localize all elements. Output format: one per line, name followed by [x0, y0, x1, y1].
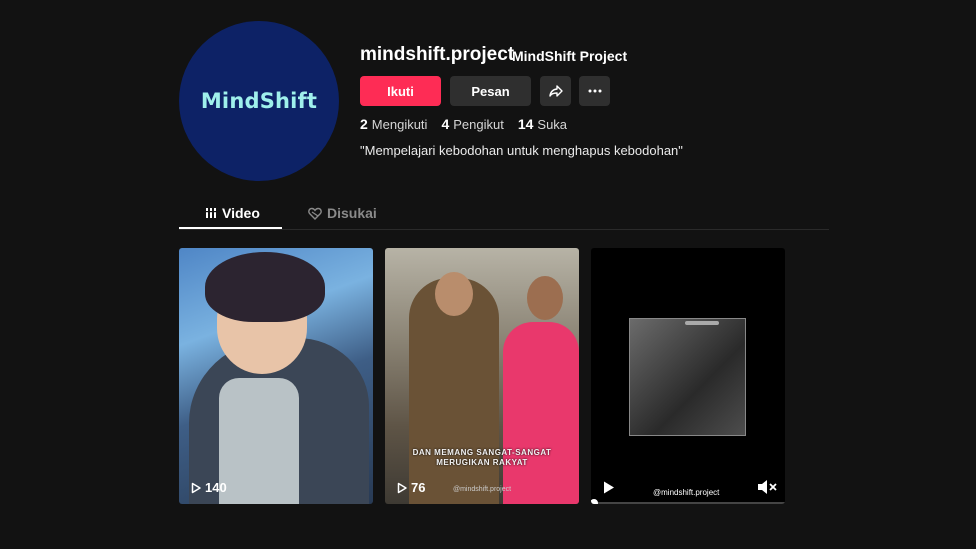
heart-icon	[308, 207, 322, 220]
video-caption: DAN MEMANG SANGAT-SANGAT MERUGIKAN RAKYA…	[385, 448, 579, 468]
follow-button[interactable]: Ikuti	[360, 76, 441, 106]
profile-stats: 2 Mengikuti 4 Pengikut 14 Suka	[360, 116, 567, 132]
nickname: MindShift Project	[512, 48, 628, 64]
stat-followers[interactable]: 4 Pengikut	[441, 116, 503, 132]
share-button[interactable]	[540, 76, 571, 106]
tab-label: Disukai	[327, 205, 377, 221]
thumbnail-shape	[435, 272, 473, 316]
video-watermark: @mindshift.project	[653, 488, 720, 497]
active-tab-indicator	[179, 227, 282, 229]
stat-count: 14	[517, 116, 534, 132]
more-icon	[588, 89, 601, 93]
play-outline-icon	[191, 482, 201, 493]
play-icon	[604, 481, 614, 494]
avatar-text: MindShift	[200, 89, 318, 113]
thumbnail-shape	[685, 321, 719, 325]
video-frame	[629, 318, 746, 436]
bio: "Mempelajari kebodohan untuk menghapus k…	[360, 143, 683, 158]
stat-likes: 14 Suka	[518, 116, 567, 132]
tab-liked[interactable]: Disukai	[308, 205, 377, 221]
caption-line: MERUGIKAN RAKYAT	[436, 458, 528, 467]
view-count-value: 140	[205, 480, 227, 495]
thumbnail-shape	[205, 252, 325, 322]
thumbnail-shape	[527, 276, 563, 320]
tabs-divider	[179, 229, 829, 230]
thumbnail-shape	[219, 378, 299, 504]
progress-knob[interactable]	[591, 499, 598, 504]
tab-label: Video	[222, 205, 260, 221]
video-card-playing[interactable]: @mindshift.project	[591, 248, 785, 504]
share-icon	[548, 85, 563, 97]
stat-count: 4	[441, 116, 450, 132]
message-button[interactable]: Pesan	[450, 76, 531, 106]
stat-label: Suka	[537, 117, 568, 132]
video-progress-bar[interactable]	[591, 502, 785, 504]
avatar[interactable]: MindShift	[179, 21, 339, 181]
view-count-value: 76	[411, 480, 426, 495]
play-outline-icon	[397, 482, 407, 493]
grid-icon	[205, 208, 217, 218]
video-card[interactable]: 140	[179, 248, 373, 504]
view-count: 76	[396, 480, 425, 495]
video-card[interactable]: DAN MEMANG SANGAT-SANGAT MERUGIKAN RAKYA…	[385, 248, 579, 504]
muted-speaker-icon	[758, 480, 777, 494]
view-count: 140	[190, 480, 227, 495]
tab-video[interactable]: Video	[205, 205, 260, 221]
caption-line: DAN MEMANG SANGAT-SANGAT	[412, 448, 552, 457]
stat-count: 2	[360, 116, 368, 132]
play-button[interactable]	[603, 481, 615, 499]
username: mindshift.project	[360, 44, 515, 65]
stat-label: Pengikut	[453, 117, 504, 132]
video-watermark: @mindshift.project	[453, 486, 512, 493]
stat-label: Mengikuti	[371, 117, 428, 132]
stat-following[interactable]: 2 Mengikuti	[360, 116, 427, 132]
mute-button[interactable]	[757, 479, 777, 500]
thumbnail-shape	[503, 322, 579, 504]
more-button[interactable]	[579, 76, 610, 106]
